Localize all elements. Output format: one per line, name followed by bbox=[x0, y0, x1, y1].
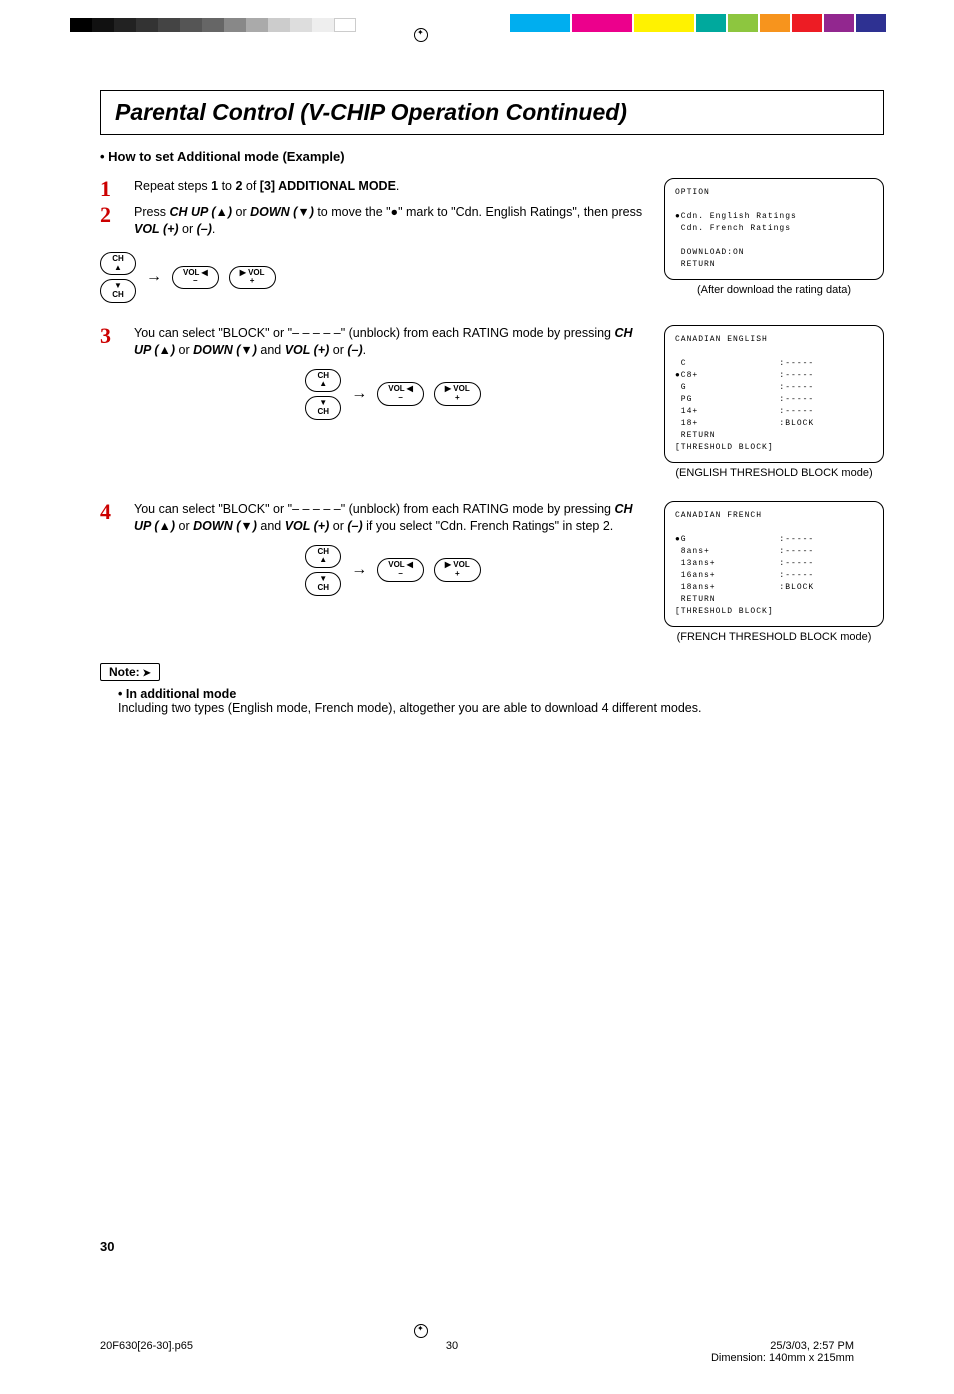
page-number: 30 bbox=[100, 1239, 114, 1254]
step-number: 3 bbox=[100, 325, 120, 347]
ch-up-button: CH▲ bbox=[305, 369, 341, 393]
step-text: Press CH UP (▲) or DOWN (▼) to move the … bbox=[134, 204, 652, 238]
ch-up-button: CH▲ bbox=[100, 252, 136, 276]
button-diagram: CH▲ ▼CH → VOL ◀– ▶ VOL+ bbox=[134, 369, 652, 420]
osd-caption: (FRENCH THRESHOLD BLOCK mode) bbox=[664, 631, 884, 643]
ch-down-button: ▼CH bbox=[100, 279, 136, 303]
footer: 20F630[26-30].p65 30 25/3/03, 2:57 PM Di… bbox=[0, 1340, 954, 1364]
osd-option: OPTION ●Cdn. English Ratings Cdn. French… bbox=[664, 178, 884, 280]
section-title-bar: Parental Control (V-CHIP Operation Conti… bbox=[100, 90, 884, 135]
vol-minus-button: VOL ◀– bbox=[172, 266, 219, 290]
arrow-icon: → bbox=[351, 383, 367, 405]
button-diagram: CH▲ ▼CH → VOL ◀– ▶ VOL+ bbox=[134, 545, 652, 596]
vol-plus-button: ▶ VOL+ bbox=[229, 266, 276, 290]
osd-canadian-french: CANADIAN FRENCH ●G :----- 8ans+ :----- 1… bbox=[664, 501, 884, 627]
example-subhead: • How to set Additional mode (Example) bbox=[100, 149, 884, 164]
footer-date: 25/3/03, 2:57 PM bbox=[770, 1340, 854, 1352]
section-title: Parental Control (V-CHIP Operation Conti… bbox=[115, 99, 869, 126]
note-bullet: • In additional mode bbox=[118, 687, 884, 701]
step-text: You can select "BLOCK" or "– – – – –" (u… bbox=[134, 325, 652, 420]
vol-minus-button: VOL ◀– bbox=[377, 558, 424, 582]
step-number: 4 bbox=[100, 501, 120, 523]
step-text: Repeat steps 1 to 2 of [3] ADDITIONAL MO… bbox=[134, 178, 399, 200]
osd-canadian-english: CANADIAN ENGLISH C :----- ●C8+ :----- G … bbox=[664, 325, 884, 463]
osd-caption: (After download the rating data) bbox=[664, 284, 884, 296]
vol-plus-button: ▶ VOL+ bbox=[434, 558, 481, 582]
ch-up-button: CH▲ bbox=[305, 545, 341, 569]
note-text: Including two types (English mode, Frenc… bbox=[118, 701, 884, 715]
arrow-icon: → bbox=[351, 559, 367, 581]
footer-page: 30 bbox=[446, 1340, 458, 1364]
arrow-icon: → bbox=[146, 268, 162, 286]
note-label: Note: bbox=[100, 663, 160, 681]
vol-plus-button: ▶ VOL+ bbox=[434, 382, 481, 406]
registration-mark-bottom bbox=[414, 1324, 428, 1338]
button-diagram: CH▲ ▼CH → VOL ◀– ▶ VOL+ bbox=[100, 252, 276, 303]
ch-down-button: ▼CH bbox=[305, 572, 341, 596]
osd-caption: (ENGLISH THRESHOLD BLOCK mode) bbox=[664, 467, 884, 479]
vol-minus-button: VOL ◀– bbox=[377, 382, 424, 406]
step-number: 2 bbox=[100, 204, 120, 238]
footer-dimension: Dimension: 140mm x 215mm bbox=[711, 1352, 854, 1364]
ch-down-button: ▼CH bbox=[305, 396, 341, 420]
step-number: 1 bbox=[100, 178, 120, 200]
note-body: • In additional mode Including two types… bbox=[100, 687, 884, 715]
step-text: You can select "BLOCK" or "– – – – –" (u… bbox=[134, 501, 652, 596]
footer-file: 20F630[26-30].p65 bbox=[100, 1340, 193, 1364]
